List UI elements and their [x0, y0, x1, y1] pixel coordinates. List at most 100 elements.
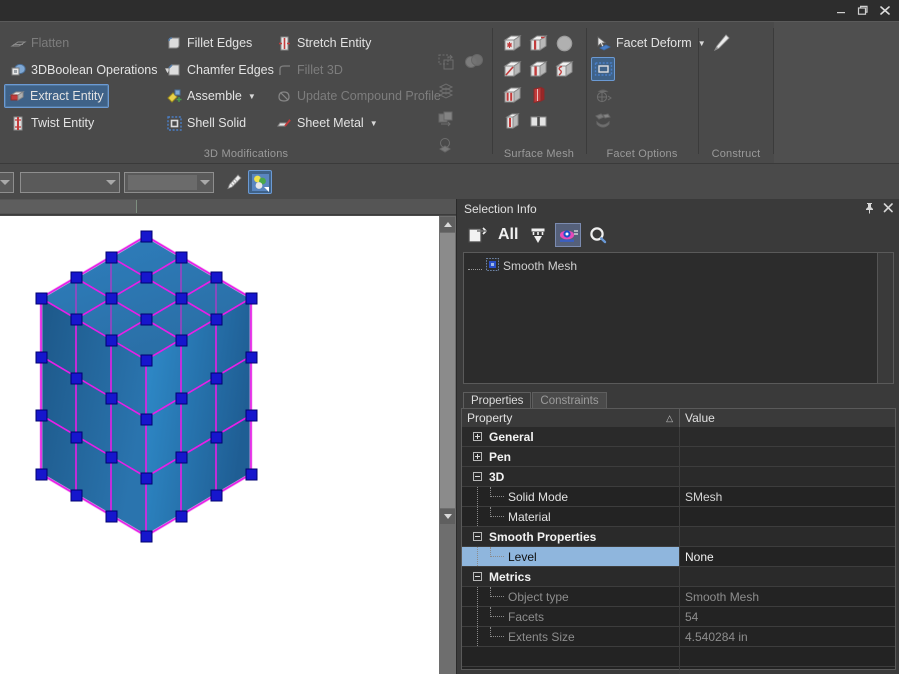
construct-tool-icon[interactable] — [709, 31, 733, 55]
expand-icon[interactable] — [473, 452, 482, 461]
property-row-material[interactable]: Material — [462, 507, 895, 527]
fillet-3d-label: Fillet 3D — [297, 63, 343, 77]
filter-down-icon[interactable] — [525, 223, 551, 247]
drawing-viewport[interactable] — [0, 216, 439, 674]
restore-button[interactable] — [853, 2, 873, 19]
highlight-selection-icon[interactable] — [555, 223, 581, 247]
stretch-entity-button[interactable]: Stretch Entity — [272, 31, 375, 55]
fillet-3d-button[interactable]: Fillet 3D — [272, 58, 347, 82]
tree-item-smooth-mesh[interactable]: Smooth Mesh — [468, 258, 577, 274]
mesh-door-icon[interactable] — [526, 83, 550, 107]
property-value-cell[interactable] — [680, 527, 895, 546]
expand-icon[interactable] — [473, 432, 482, 441]
collapse-icon[interactable] — [473, 572, 482, 581]
select-properties-icon[interactable] — [465, 223, 491, 247]
mesh-box-diagonal-icon[interactable] — [500, 57, 524, 81]
property-row-3d[interactable]: 3D — [462, 467, 895, 487]
3dboolean-operations-label: 3DBoolean Operations — [31, 63, 157, 77]
mesh-box-stripe-icon[interactable] — [526, 31, 550, 55]
property-row-general[interactable]: General — [462, 427, 895, 447]
facet-deform-button[interactable]: Facet Deform ▼ — [591, 31, 710, 55]
extract-entity-button[interactable]: Extract Entity — [4, 84, 109, 108]
union-spheres-icon[interactable] — [462, 50, 486, 74]
selection-tree[interactable]: Smooth Mesh — [463, 252, 894, 384]
property-value-cell[interactable] — [680, 427, 895, 446]
facet-sphere-convert-icon[interactable] — [591, 83, 615, 107]
close-panel-icon[interactable] — [883, 202, 894, 217]
property-value-cell[interactable] — [680, 447, 895, 466]
style-combo-value — [128, 175, 197, 190]
color-palette-icon[interactable] — [248, 170, 272, 194]
smooth-mesh-cube-model[interactable] — [0, 216, 439, 674]
close-button[interactable] — [875, 2, 895, 19]
property-value-cell[interactable]: None — [680, 547, 895, 566]
viewport-horizontal-splitter[interactable] — [0, 199, 456, 215]
mesh-box-zigzag-icon[interactable] — [552, 57, 576, 81]
mesh-box-thin-icon[interactable] — [500, 109, 524, 133]
ribbon-group-construct: Construct — [699, 22, 773, 164]
sort-ascending-icon: △ — [666, 413, 673, 424]
tab-constraints-label: Constraints — [540, 395, 598, 407]
property-label: Metrics — [489, 570, 531, 584]
mesh-convert-icon[interactable] — [434, 50, 458, 74]
tab-constraints[interactable]: Constraints — [532, 392, 606, 409]
facet-region-icon[interactable] — [591, 57, 615, 81]
flatten-label: Flatten — [31, 36, 69, 50]
property-value-cell[interactable] — [680, 467, 895, 486]
assemble-button[interactable]: Assemble ▼ — [162, 84, 260, 108]
fillet-edges-button[interactable]: Fillet Edges — [162, 31, 256, 55]
property-value-cell[interactable]: SMesh — [680, 487, 895, 506]
viewport-scrollbar-thumb[interactable] — [440, 233, 455, 508]
property-row-metrics[interactable]: Metrics — [462, 567, 895, 587]
update-compound-profile-button[interactable]: Update Compound Profile — [272, 84, 445, 108]
property-value-cell[interactable] — [680, 507, 895, 526]
property-row-facets[interactable]: Facets 54 — [462, 607, 895, 627]
selection-info-header: Selection Info — [457, 199, 899, 219]
window-controls — [831, 2, 895, 19]
flatten-button[interactable]: Flatten — [6, 31, 73, 55]
style-combo[interactable] — [124, 172, 214, 193]
combo-partial[interactable] — [0, 172, 14, 193]
twist-entity-button[interactable]: Twist Entity — [6, 111, 98, 135]
mesh-transform-icon[interactable] — [434, 107, 458, 131]
property-row-smooth-properties[interactable]: Smooth Properties — [462, 527, 895, 547]
3dboolean-operations-button[interactable]: 3DBoolean Operations ▼ — [6, 58, 175, 82]
pen-icon[interactable] — [222, 170, 246, 194]
property-row-level[interactable]: Level None — [462, 547, 895, 567]
viewport-hsplit-thumb[interactable] — [0, 200, 137, 213]
column-header-property[interactable]: Property △ — [462, 409, 680, 427]
mesh-sphere-icon[interactable] — [552, 31, 576, 55]
sheet-metal-button[interactable]: Sheet Metal ▼ — [272, 111, 382, 135]
mesh-box-star-icon[interactable] — [500, 31, 524, 55]
viewport-vertical-scrollbar[interactable] — [439, 216, 456, 674]
zoom-selection-icon[interactable] — [585, 223, 611, 247]
property-value-cell[interactable] — [680, 567, 895, 586]
unfold-icon[interactable] — [434, 79, 458, 103]
fillet-edges-icon — [166, 35, 183, 52]
minimize-button[interactable] — [831, 2, 851, 19]
ribbon-toolbar: Flatten 3DBoolean Operations ▼ — [0, 21, 899, 163]
column-header-value[interactable]: Value — [680, 409, 895, 427]
panel-title: Selection Info — [464, 202, 537, 216]
mesh-box-column-icon[interactable] — [526, 57, 550, 81]
collapse-icon[interactable] — [473, 472, 482, 481]
mesh-box-double-icon[interactable] — [500, 83, 524, 107]
property-name-cell: 3D — [462, 467, 680, 486]
scroll-down-arrow-icon[interactable] — [440, 509, 455, 524]
tab-properties[interactable]: Properties — [463, 392, 531, 409]
property-row-object-type[interactable]: Object type Smooth Mesh — [462, 587, 895, 607]
all-button[interactable]: All — [495, 226, 521, 244]
sheet-metal-icon — [276, 115, 293, 132]
property-row-solid-mode[interactable]: Solid Mode SMesh — [462, 487, 895, 507]
facet-split-icon[interactable] — [591, 109, 615, 133]
pin-icon[interactable] — [864, 202, 875, 217]
tree-vertical-scrollbar[interactable] — [877, 253, 893, 383]
scroll-up-arrow-icon[interactable] — [440, 217, 455, 232]
layer-combo[interactable] — [20, 172, 120, 193]
mesh-plate-icon[interactable] — [526, 109, 550, 133]
chamfer-edges-button[interactable]: Chamfer Edges — [162, 58, 278, 82]
property-row-pen[interactable]: Pen — [462, 447, 895, 467]
shell-solid-button[interactable]: Shell Solid — [162, 111, 250, 135]
collapse-icon[interactable] — [473, 532, 482, 541]
property-row-extents-size[interactable]: Extents Size 4.540284 in — [462, 627, 895, 647]
